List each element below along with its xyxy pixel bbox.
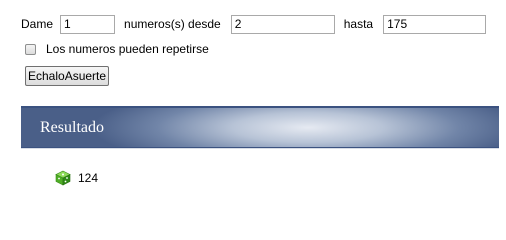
- repeat-label: Los numeros pueden repetirse: [46, 42, 209, 56]
- result-item: 124: [55, 170, 98, 186]
- result-divider: [21, 148, 499, 149]
- result-title: Resultado: [40, 119, 104, 136]
- submit-button[interactable]: EchaloAsuerte: [25, 66, 110, 86]
- hasta-label: hasta: [343, 17, 374, 31]
- result-value: 124: [78, 171, 99, 185]
- dice-icon: [55, 170, 71, 186]
- result-header: Resultado: [21, 106, 499, 148]
- range-form: Dame numeros(s) desde hasta: [21, 14, 487, 34]
- page: Dame numeros(s) desde hasta Los numeros …: [0, 0, 506, 204]
- numeros-desde-label: numeros(s) desde: [124, 17, 221, 31]
- to-input[interactable]: [383, 14, 487, 34]
- repeat-option[interactable]: Los numeros pueden repetirse: [25, 42, 209, 56]
- from-input[interactable]: [230, 14, 335, 34]
- dame-label: Dame: [21, 17, 54, 31]
- count-input[interactable]: [60, 14, 116, 34]
- repeat-checkbox[interactable]: [25, 43, 36, 55]
